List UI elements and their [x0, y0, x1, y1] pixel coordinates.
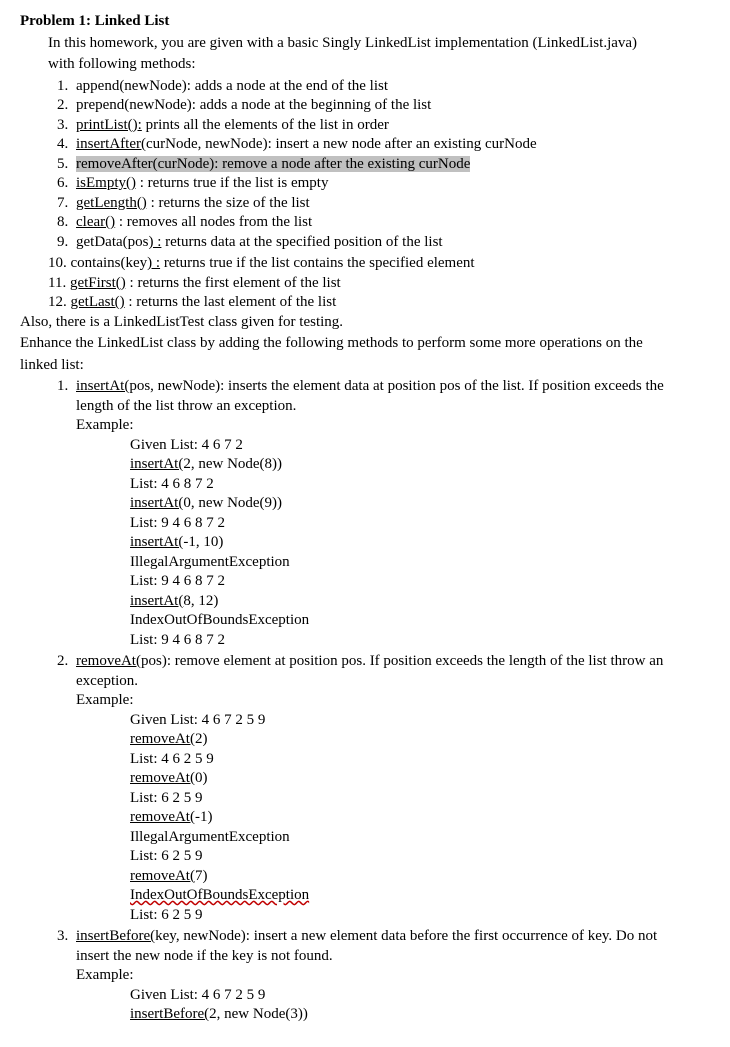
also-text: Also, there is a LinkedListTest class gi… [20, 313, 710, 333]
enhance-list: insertAt(pos, newNode): inserts the elem… [20, 377, 710, 1025]
method-removeafter: removeAfter(curNode): remove a node afte… [72, 155, 710, 175]
method-clear: clear() : removes all nodes from the lis… [72, 213, 710, 233]
method-getdata: getData(pos) : returns data at the speci… [72, 233, 710, 253]
method-contains: 10. contains(key) : returns true if the … [48, 254, 710, 274]
method-append: append(newNode): adds a node at the end … [72, 77, 710, 97]
intro-line-1: In this homework, you are given with a b… [48, 34, 710, 54]
methods-list: append(newNode): adds a node at the end … [20, 77, 710, 253]
example-insertbefore: Given List: 4 6 7 2 5 9 insertBefore(2, … [130, 986, 710, 1025]
enhance-insertbefore: insertBefore(key, newNode): insert a new… [72, 927, 710, 1025]
example-label: Example: [76, 966, 710, 986]
example-insertat: Given List: 4 6 7 2 insertAt(2, new Node… [130, 436, 710, 651]
method-insertafter: insertAfter(curNode, newNode): insert a … [72, 135, 710, 155]
method-prepend: prepend(newNode): adds a node at the beg… [72, 96, 710, 116]
enhance-removeat: removeAt(pos): remove element at positio… [72, 652, 710, 925]
method-printlist: printList(): prints all the elements of … [72, 116, 710, 136]
problem-title: Problem 1: Linked List [20, 12, 710, 32]
intro-line-2: with following methods: [48, 55, 710, 75]
method-getlast: 12. getLast() : returns the last element… [48, 293, 710, 313]
example-label: Example: [76, 691, 710, 711]
method-getfirst: 11. getFirst() : returns the first eleme… [48, 274, 710, 294]
example-label: Example: [76, 416, 710, 436]
method-getlength: getLength() : returns the size of the li… [72, 194, 710, 214]
enhance-text-1: Enhance the LinkedList class by adding t… [20, 334, 710, 354]
example-removeat: Given List: 4 6 7 2 5 9 removeAt(2) List… [130, 711, 710, 926]
enhance-insertat: insertAt(pos, newNode): inserts the elem… [72, 377, 710, 650]
method-isempty: isEmpty() : returns true if the list is … [72, 174, 710, 194]
enhance-text-2: linked list: [20, 356, 710, 376]
